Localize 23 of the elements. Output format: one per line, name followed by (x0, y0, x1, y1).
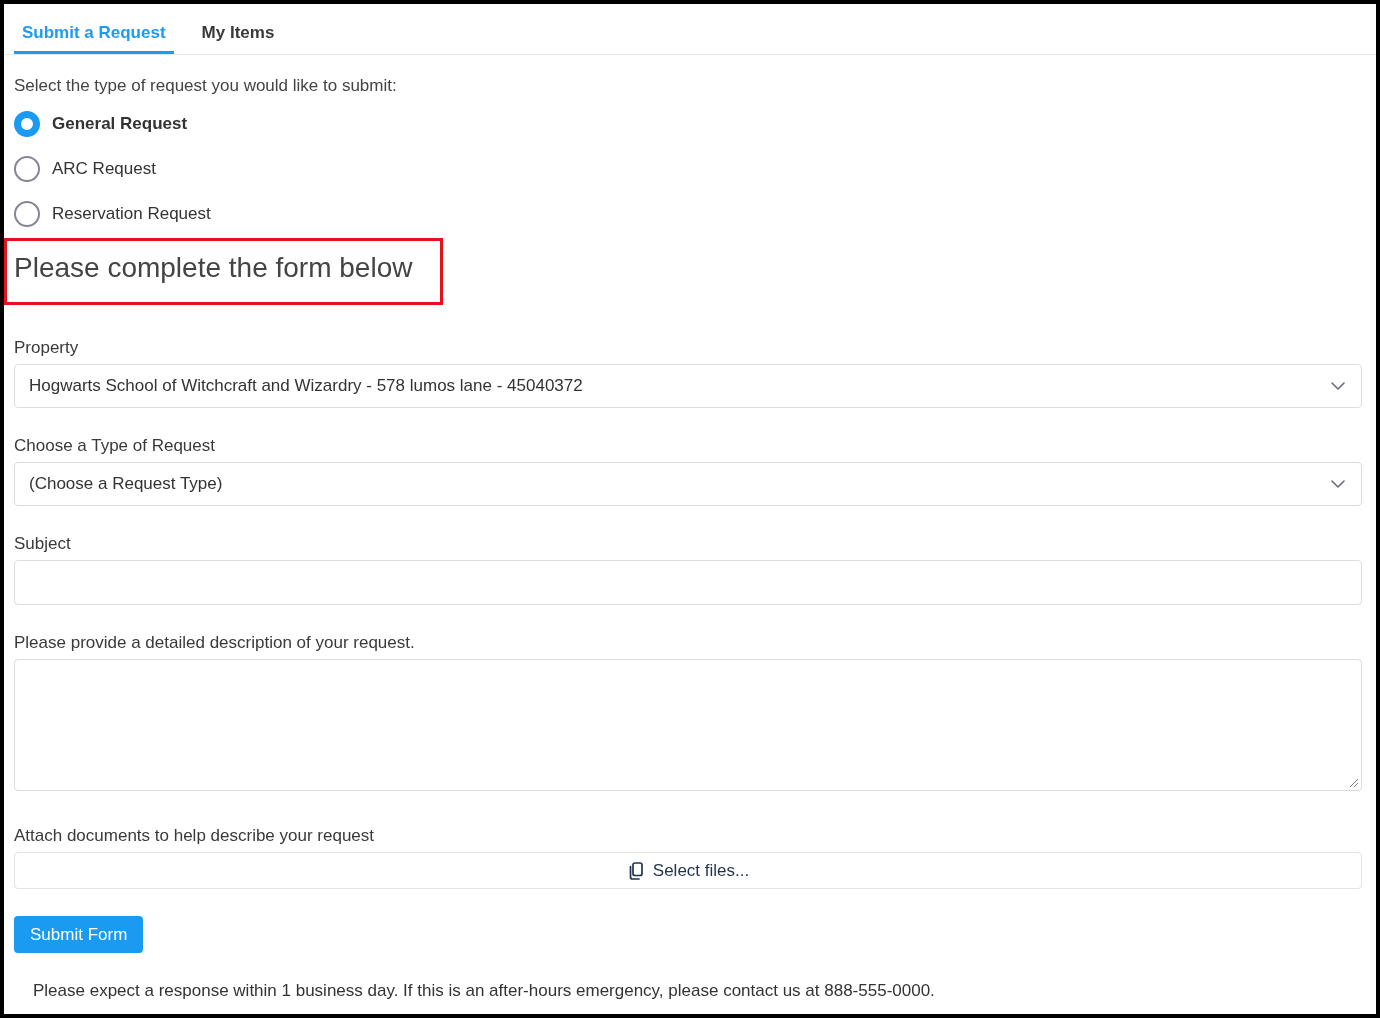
field-label: Please provide a detailed description of your request. (14, 633, 416, 653)
field-label: Property (14, 338, 80, 358)
dropdown-select[interactable]: Hogwarts School of Witchcraft and Wizardry - 578 lumos lane - 45040372 (14, 364, 1362, 408)
select-files-button[interactable]: Select files... (14, 852, 1362, 889)
field-label: Subject (14, 534, 72, 554)
textarea-field[interactable] (14, 659, 1362, 791)
response-note: Please expect a response within 1 business day. If this is an after-hours emergency, please contact us at 888-555-0000. (32, 981, 936, 1001)
radio-button[interactable] (14, 156, 40, 182)
radio-label: ARC Request (52, 159, 156, 179)
radio-button[interactable] (14, 201, 40, 227)
field-label: Choose a Type of Request (14, 436, 216, 456)
radio-label: General Request (52, 114, 188, 134)
radio-button[interactable] (14, 111, 40, 137)
chevron-down-icon (1331, 480, 1345, 488)
radio-label: Reservation Request (52, 204, 211, 224)
resize-grip-icon[interactable] (1349, 778, 1359, 788)
chevron-down-icon (1331, 382, 1345, 390)
field-label: Attach documents to help describe your request (14, 826, 376, 846)
form-heading: Please complete the form below (14, 251, 414, 285)
prompt-text: Select the type of request you would like to submit: (14, 76, 398, 96)
tab[interactable]: My Items (193, 4, 283, 54)
dropdown-select[interactable]: (Choose a Request Type) (14, 462, 1362, 506)
text-input[interactable] (14, 560, 1362, 605)
